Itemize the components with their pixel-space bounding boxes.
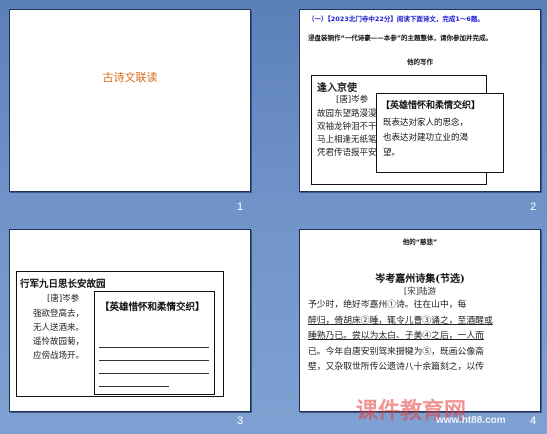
slide-4-caption: 他的“慈悲” <box>402 238 438 246</box>
poem-line: 马上相逢无纸笔， <box>317 135 386 145</box>
poem-lines: 强欲登高去， 无人送酒来。 遥怜故园菊， 应傍战场开。 <box>33 307 84 363</box>
poem-line: 遥怜故园菊， <box>33 337 85 347</box>
annotation-title: 【英雄惜怀和柔情交织】 <box>100 302 205 313</box>
poem-line: 无人送酒来。 <box>33 323 85 333</box>
slide-number-2: 2 <box>530 201 537 213</box>
slide-number-1: 1 <box>237 201 244 213</box>
answer-line <box>99 360 209 361</box>
slide-1-title: 古诗文联读 <box>102 71 158 84</box>
slide-2-question-header: （一）【2023北门寺中22分】阅读下面诗文，完成1～6题。 <box>308 15 484 23</box>
watermark-url: www.ht88.com <box>436 415 506 426</box>
body-line: 已。今年自唐安别驾来摄犍为⑤，既画公像斋 <box>308 346 484 357</box>
answer-line <box>99 386 169 387</box>
slide-2-caption: 他的写作 <box>407 58 433 66</box>
poem-line: 应傍战场开。 <box>33 351 85 361</box>
poem-title: 逢入京使 <box>317 83 357 94</box>
slide-2-annotation-box: 【英雄惜怀和柔情交织】 既表达对家人的思念， 也表达对建功立业的渴 望。 <box>376 93 504 173</box>
annotation-line: 既表达对家人的思念， <box>383 118 469 128</box>
slide-4-body: 予少时，绝好岑嘉州①诗。往在山中，每 醉归，倚胡床②睡，辄令儿曹③诵之，至酒醒或… <box>308 298 534 376</box>
poem-line: 故园东望路漫漫， <box>317 109 386 119</box>
annotation-text: 既表达对家人的思念， 也表达对建功立业的渴 望。 <box>383 116 468 161</box>
slide-3-annotation-box: 【英雄惜怀和柔情交织】 <box>94 291 215 395</box>
poem-author: [唐]岑参 <box>47 294 80 304</box>
annotation-line: 也表达对建功立业的渴 <box>383 133 469 143</box>
slide-thumbnail-2[interactable]: （一）【2023北门寺中22分】阅读下面诗文，完成1～6题。 浸盘装铜作“一代诗… <box>299 9 541 192</box>
body-line: 醉归，倚胡床②睡，辄令儿曹③诵之，至酒醒或 <box>308 315 493 326</box>
slide-2-instruction: 浸盘装铜作“一代诗豪——本参”的主题整体，请你参加并完成。 <box>308 34 493 42</box>
slide-thumbnail-4[interactable]: 他的“慈悲” 岑考嘉州诗集(节选) [宋]陆游 予少时，绝好岑嘉州①诗。往在山中… <box>299 229 541 412</box>
poem-line: 强欲登高去， <box>33 309 85 319</box>
poem-title: 行军九日思长安故园 <box>20 279 106 290</box>
slide-thumbnail-3[interactable]: 行军九日思长安故园 [唐]岑参 强欲登高去， 无人送酒来。 遥怜故园菊， 应傍战… <box>9 229 251 412</box>
slide-number-4: 4 <box>530 415 537 427</box>
poem-author: [唐]岑参 <box>336 95 369 105</box>
body-line: 壁，又杂取世所传公遗诗八十余篇刻之，以传 <box>308 362 484 372</box>
poem-line: 凭君传语报平安。 <box>317 148 386 158</box>
annotation-line: 望。 <box>383 148 401 158</box>
annotation-title: 【英雄惜怀和柔情交织】 <box>381 101 481 111</box>
body-line: 睡熟乃已。尝以为太白、子美④之后，一人而 <box>308 331 484 341</box>
body-line: 予少时，绝好岑嘉州①诗。往在山中，每 <box>308 300 467 310</box>
slide-4-author: [宋]陆游 <box>403 287 437 297</box>
slide-thumbnail-1[interactable]: 古诗文联读 <box>9 9 251 192</box>
slide-4-title: 岑考嘉州诗集(节选) <box>375 274 465 285</box>
poem-lines: 故园东望路漫漫， 双袖龙钟泪不干。 马上相逢无纸笔， 凭君传语报平安。 <box>317 108 385 160</box>
poem-line: 双袖龙钟泪不干。 <box>317 122 386 132</box>
slide-number-3: 3 <box>237 415 244 427</box>
answer-line <box>99 347 209 348</box>
answer-line <box>99 373 209 374</box>
